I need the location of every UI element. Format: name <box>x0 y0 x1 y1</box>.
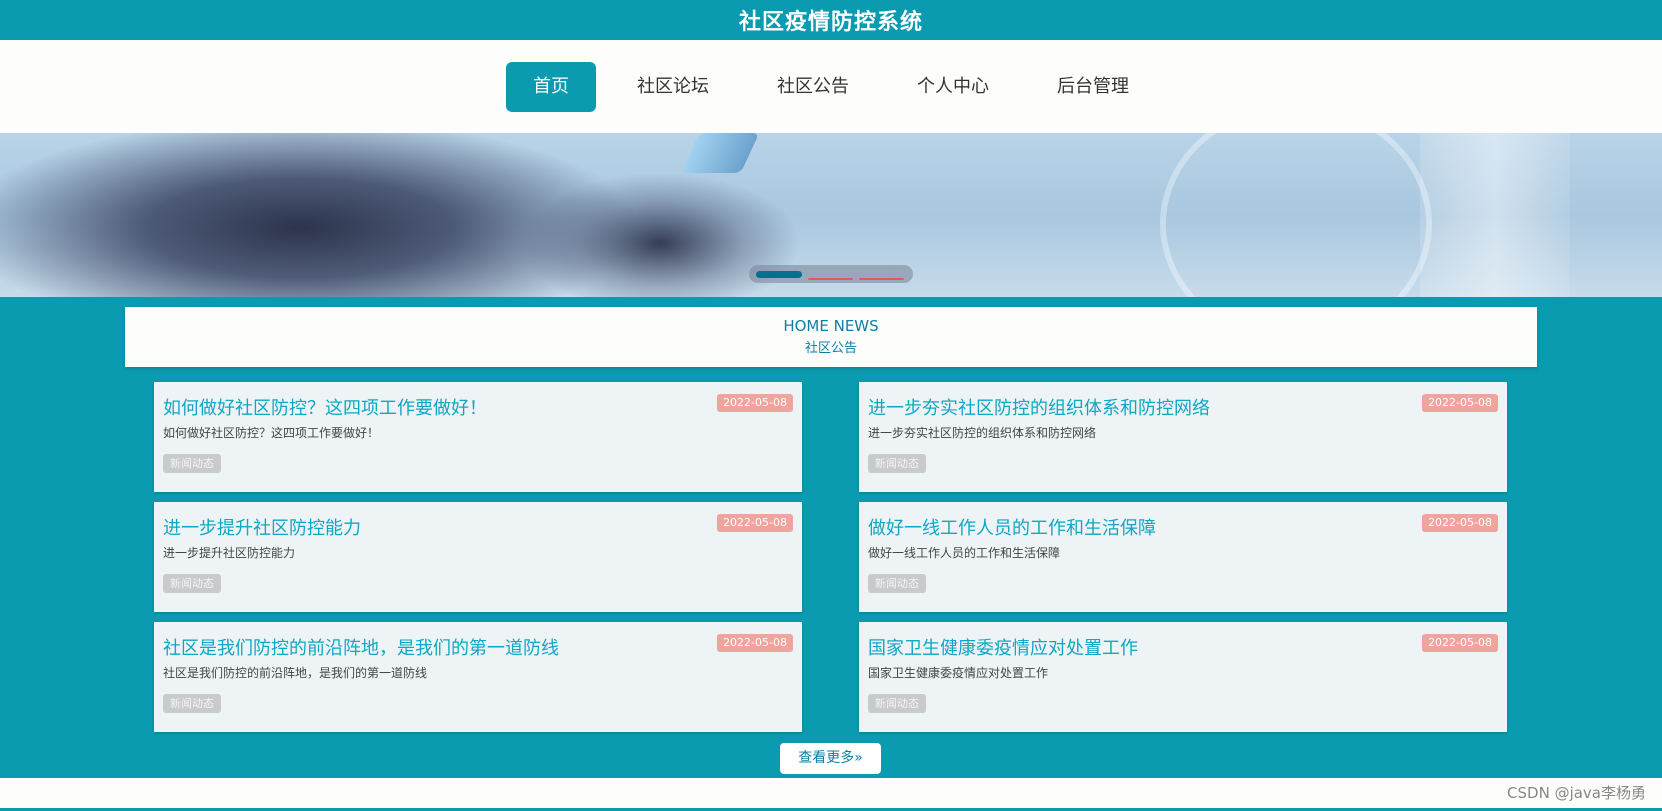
watermark: CSDN @java李杨勇 <box>1507 784 1646 802</box>
banner-decoration <box>680 133 760 173</box>
news-card[interactable]: 做好一线工作人员的工作和生活保障 2022-05-08 做好一线工作人员的工作和… <box>859 502 1507 612</box>
news-title[interactable]: 进一步夯实社区防控的组织体系和防控网络 <box>868 394 1210 420</box>
news-summary: 国家卫生健康委疫情应对处置工作 <box>868 666 1049 680</box>
news-summary: 进一步夯实社区防控的组织体系和防控网络 <box>868 426 1097 440</box>
news-tag: 新闻动态 <box>163 694 221 713</box>
news-title[interactable]: 进一步提升社区防控能力 <box>163 514 361 540</box>
view-more-button[interactable]: 查看更多» <box>780 743 881 774</box>
news-summary: 如何做好社区防控？这四项工作要做好！ <box>163 426 380 440</box>
nav-item-profile[interactable]: 个人中心 <box>890 62 1016 112</box>
news-card[interactable]: 国家卫生健康委疫情应对处置工作 2022-05-08 国家卫生健康委疫情应对处置… <box>859 622 1507 732</box>
news-date-badge: 2022-05-08 <box>717 634 793 652</box>
news-title[interactable]: 社区是我们防控的前沿阵地，是我们的第一道防线 <box>163 634 559 660</box>
news-summary: 进一步提升社区防控能力 <box>163 546 296 560</box>
news-tag: 新闻动态 <box>868 574 926 593</box>
nav-item-home[interactable]: 首页 <box>506 61 596 112</box>
site-title: 社区疫情防控系统 <box>738 10 923 35</box>
news-card[interactable]: 社区是我们防控的前沿阵地，是我们的第一道防线 2022-05-08 社区是我们防… <box>154 622 802 732</box>
banner-decoration <box>1420 133 1570 297</box>
news-date-badge: 2022-05-08 <box>717 514 793 532</box>
news-title[interactable]: 国家卫生健康委疫情应对处置工作 <box>868 634 1138 660</box>
carousel-dot-1[interactable] <box>756 270 802 278</box>
carousel-dot-2[interactable] <box>808 278 853 280</box>
carousel-dot-3[interactable] <box>859 278 904 280</box>
news-card[interactable]: 进一步夯实社区防控的组织体系和防控网络 2022-05-08 进一步夯实社区防控… <box>859 382 1507 492</box>
news-date-badge: 2022-05-08 <box>1422 634 1498 652</box>
news-summary: 做好一线工作人员的工作和生活保障 <box>868 546 1061 560</box>
news-title[interactable]: 如何做好社区防控？这四项工作要做好！ <box>163 394 487 420</box>
section-title-en: HOME NEWS <box>783 317 879 335</box>
nav-item-forum[interactable]: 社区论坛 <box>610 62 736 112</box>
section-title-cn: 社区公告 <box>804 341 857 356</box>
carousel-indicators <box>749 265 913 283</box>
news-section-header: HOME NEWS 社区公告 <box>125 307 1537 367</box>
news-date-badge: 2022-05-08 <box>717 394 793 412</box>
news-title[interactable]: 做好一线工作人员的工作和生活保障 <box>868 514 1156 540</box>
footer <box>0 778 1662 808</box>
news-date-badge: 2022-05-08 <box>1422 514 1498 532</box>
main-nav: 首页 社区论坛 社区公告 个人中心 后台管理 <box>0 40 1662 133</box>
nav-item-admin[interactable]: 后台管理 <box>1030 62 1156 112</box>
news-tag: 新闻动态 <box>868 454 926 473</box>
news-tag: 新闻动态 <box>868 694 926 713</box>
news-tag: 新闻动态 <box>163 454 221 473</box>
nav-item-announcements[interactable]: 社区公告 <box>750 62 876 112</box>
news-date-badge: 2022-05-08 <box>1422 394 1498 412</box>
banner-decoration <box>1160 133 1432 297</box>
news-summary: 社区是我们防控的前沿阵地，是我们的第一道防线 <box>163 666 428 680</box>
top-header: 社区疫情防控系统 <box>0 0 1662 40</box>
news-card[interactable]: 进一步提升社区防控能力 2022-05-08 进一步提升社区防控能力 新闻动态 <box>154 502 802 612</box>
news-tag: 新闻动态 <box>163 574 221 593</box>
news-card[interactable]: 如何做好社区防控？这四项工作要做好！ 2022-05-08 如何做好社区防控？这… <box>154 382 802 492</box>
